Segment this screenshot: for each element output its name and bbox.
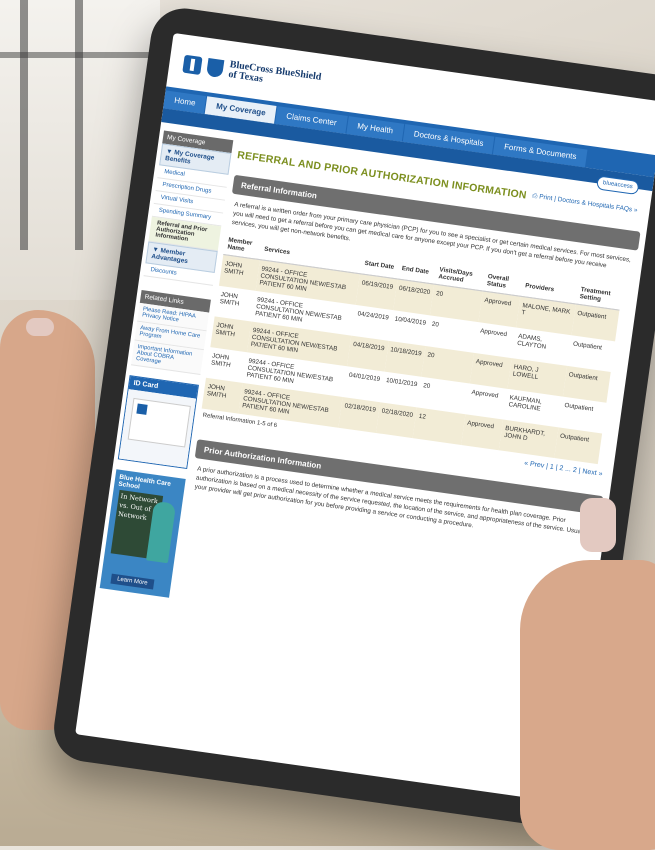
right-thumbnail (580, 498, 616, 552)
main-content: ⎙ Print | Doctors & Hospitals FAQs » REF… (189, 141, 645, 554)
status: Approved (478, 290, 521, 328)
right-hand (520, 560, 655, 850)
start-date: 04/01/2019 (348, 371, 381, 383)
start-date: 02/18/2019 (338, 397, 380, 433)
blueshield-logo-icon (206, 58, 225, 79)
print-link[interactable]: Print (539, 193, 553, 202)
print-icon[interactable]: ⎙ (532, 192, 538, 200)
brand-name: BlueCross BlueShield of Texas (227, 59, 323, 85)
member-name: JOHN SMITH (201, 377, 243, 414)
background-window-bars (20, 0, 130, 250)
member-name: JOHN SMITH (218, 254, 260, 291)
start-date: 04/24/2019 (357, 310, 390, 322)
brand-header: BlueCross BlueShield of Texas (181, 49, 322, 98)
learn-more-button[interactable]: Learn More (110, 573, 155, 590)
id-card-widget[interactable]: ID Card (117, 375, 199, 470)
health-school-promo[interactable]: Blue Health Care School In Network vs. O… (99, 469, 186, 598)
end-date: 10/04/2019 (394, 315, 427, 327)
id-card-preview[interactable] (118, 389, 197, 468)
id-card-image (127, 397, 191, 448)
end-date: 10/18/2019 (384, 340, 426, 377)
start-date: 06/19/2019 (355, 273, 398, 311)
bluecross-logo-icon (182, 54, 203, 76)
start-date: 04/18/2019 (347, 335, 389, 372)
member-name: JOHN SMITH (210, 352, 232, 370)
end-date: 10/01/2019 (385, 376, 418, 389)
end-date: 06/18/2020 (392, 278, 435, 316)
member-name: JOHN SMITH (219, 291, 240, 308)
member-name: JOHN SMITH (210, 316, 252, 353)
end-date: 02/18/2020 (375, 402, 418, 439)
left-thumbnail (26, 318, 54, 336)
